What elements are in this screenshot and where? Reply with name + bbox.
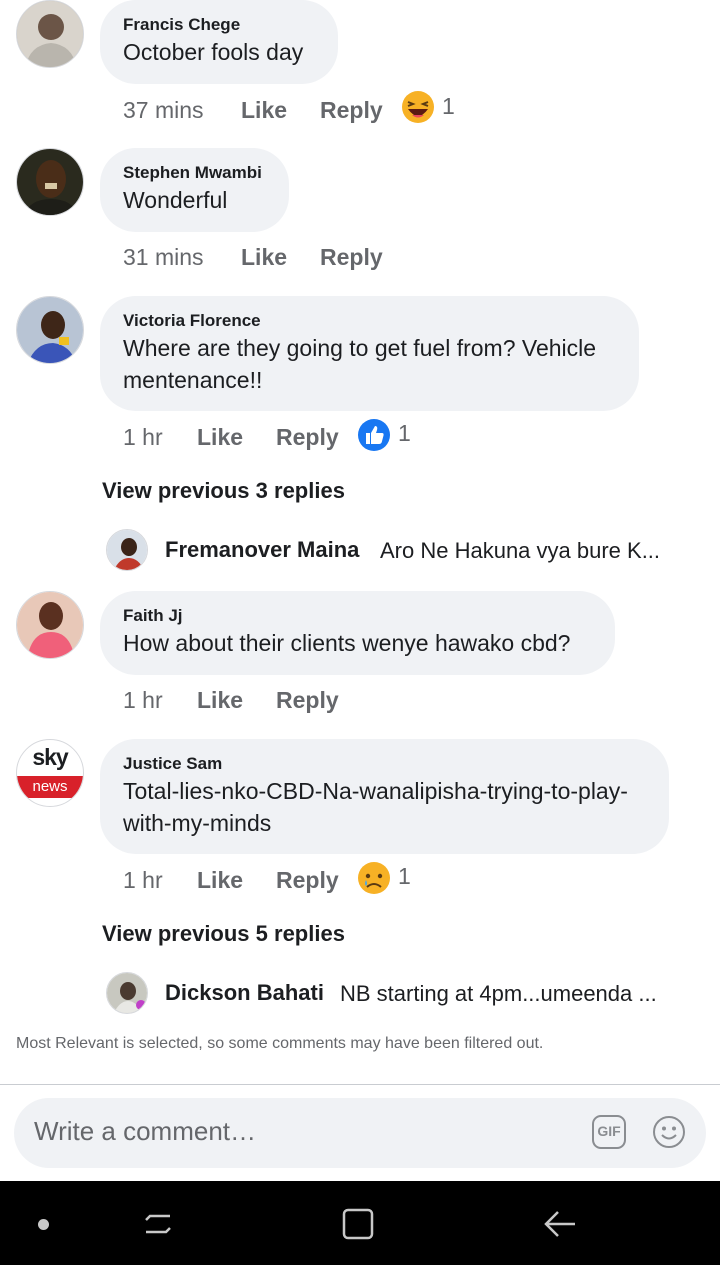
gif-button[interactable]: GIF	[592, 1115, 626, 1149]
commenter-name[interactable]: Faith Jj	[123, 605, 591, 627]
comment-actions: 37 mins Like Reply 1	[0, 91, 720, 126]
avatar[interactable]	[106, 529, 148, 571]
comment-actions: 1 hr Like Reply 1	[0, 862, 720, 896]
avatar[interactable]	[16, 591, 84, 659]
comment-actions: 1 hr Like Reply	[0, 684, 720, 716]
reaction-count[interactable]: 1	[442, 90, 455, 122]
reaction-count[interactable]: 1	[398, 417, 411, 449]
comment-time[interactable]: 37 mins	[123, 94, 204, 126]
sky-news-logo: sky news	[17, 740, 83, 806]
recent-apps-icon	[145, 1214, 171, 1234]
comment-bubble[interactable]: Justice Sam Total-lies-nko-CBD-Na-wanali…	[100, 739, 669, 854]
comment-time[interactable]: 1 hr	[123, 864, 163, 896]
comment-time[interactable]: 31 mins	[123, 241, 204, 273]
avatar[interactable]: sky news	[16, 739, 84, 807]
view-previous-replies-link[interactable]: View previous 5 replies	[102, 921, 345, 947]
like-button[interactable]: Like	[197, 421, 243, 453]
reply-button[interactable]: Reply	[276, 684, 339, 716]
recent-apps-button[interactable]	[140, 1206, 176, 1247]
comment-time[interactable]: 1 hr	[123, 684, 163, 716]
like-button[interactable]: Like	[241, 241, 287, 273]
back-button[interactable]	[542, 1206, 578, 1247]
comment-text: October fools day	[123, 39, 304, 65]
reply-author-name[interactable]: Dickson Bahati	[165, 980, 324, 1006]
comment-bubble[interactable]: Victoria Florence Where are they going t…	[100, 296, 639, 411]
comment-bubble[interactable]: Faith Jj How about their clients wenye h…	[100, 591, 615, 675]
commenter-name[interactable]: Justice Sam	[123, 753, 645, 775]
comment-text: How about their clients wenye hawako cbd…	[123, 630, 571, 656]
reply-preview[interactable]: Dickson Bahati NB starting at 4pm...umee…	[106, 972, 706, 1016]
reply-text: Aro Ne Hakuna vya bure K...	[380, 538, 661, 563]
reply-button[interactable]: Reply	[320, 94, 383, 126]
avatar[interactable]	[16, 0, 84, 68]
comment-text: Total-lies-nko-CBD-Na-wanalipisha-trying…	[123, 778, 628, 836]
reaction-count[interactable]: 1	[398, 860, 411, 892]
laugh-emoji-icon[interactable]	[401, 90, 435, 132]
reply-author-name[interactable]: Fremanover Maina	[165, 537, 359, 563]
commenter-name[interactable]: Stephen Mwambi	[123, 162, 265, 184]
reply-button[interactable]: Reply	[276, 421, 339, 453]
reply-text: NB starting at 4pm...umeenda ...	[340, 981, 657, 1006]
comment-time[interactable]: 1 hr	[123, 421, 163, 453]
divider	[0, 1084, 720, 1085]
avatar[interactable]	[106, 972, 148, 1014]
like-button[interactable]: Like	[241, 94, 287, 126]
avatar[interactable]	[16, 296, 84, 364]
dot-indicator-icon[interactable]	[38, 1219, 49, 1230]
gif-icon: GIF	[597, 1123, 621, 1139]
logo-text-news: news	[17, 776, 83, 798]
filter-notice: Most Relevant is selected, so some comme…	[16, 1035, 544, 1052]
comment-composer[interactable]: Write a comment… GIF	[14, 1098, 706, 1168]
system-nav-bar	[0, 1181, 720, 1265]
reply-preview[interactable]: Fremanover Maina Aro Ne Hakuna vya bure …	[106, 529, 706, 573]
reply-button[interactable]: Reply	[320, 241, 383, 273]
emoji-button[interactable]	[652, 1115, 686, 1154]
back-icon	[544, 1211, 575, 1237]
home-button[interactable]	[340, 1206, 376, 1247]
like-thumb-icon[interactable]	[357, 418, 391, 460]
commenter-name[interactable]: Victoria Florence	[123, 310, 615, 332]
comment-bubble[interactable]: Francis Chege October fools day	[100, 0, 338, 84]
commenter-name[interactable]: Francis Chege	[123, 14, 314, 36]
comment-actions: 31 mins Like Reply	[0, 241, 720, 273]
comment-bubble[interactable]: Stephen Mwambi Wonderful	[100, 148, 289, 232]
like-button[interactable]: Like	[197, 684, 243, 716]
comment-text: Where are they going to get fuel from? V…	[123, 335, 597, 393]
reply-button[interactable]: Reply	[276, 864, 339, 896]
comment-text: Wonderful	[123, 187, 228, 213]
home-icon	[342, 1208, 374, 1240]
comment-input[interactable]: Write a comment…	[34, 1116, 256, 1147]
comment-actions: 1 hr Like Reply 1	[0, 419, 720, 453]
smiley-icon	[653, 1116, 685, 1148]
avatar[interactable]	[16, 148, 84, 216]
view-previous-replies-link[interactable]: View previous 3 replies	[102, 478, 345, 504]
sad-emoji-icon[interactable]	[357, 861, 391, 903]
logo-text-sky: sky	[32, 744, 68, 770]
like-button[interactable]: Like	[197, 864, 243, 896]
